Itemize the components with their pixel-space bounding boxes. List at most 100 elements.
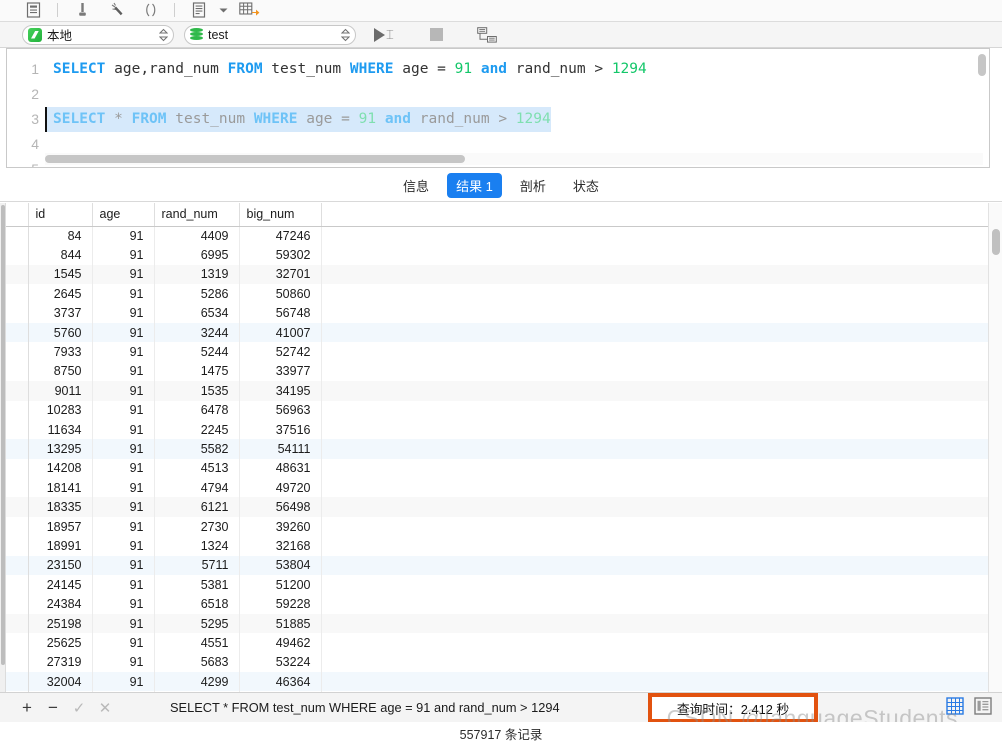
cell-big_num[interactable]: 54111 [239, 439, 322, 459]
table-row[interactable]: 3737 91 6534 56748 [6, 303, 988, 323]
cell-rand_num[interactable]: 1475 [154, 361, 240, 382]
grid-vertical-scrollbar[interactable] [988, 203, 1002, 701]
parentheses-icon[interactable] [133, 0, 167, 21]
table-row[interactable]: 23150 91 5711 53804 [6, 555, 988, 576]
cell-big_num[interactable]: 56963 [239, 400, 322, 420]
connection-stepper-icon[interactable] [157, 28, 169, 42]
cell-id[interactable]: 10283 [28, 400, 93, 420]
column-icon[interactable] [65, 0, 99, 21]
cell-id[interactable]: 27319 [28, 652, 93, 672]
form-view-icon[interactable] [974, 697, 992, 715]
connection-selector[interactable]: 本地 [22, 24, 174, 45]
cell-big_num[interactable]: 49720 [239, 478, 322, 498]
table-row[interactable]: 14208 91 4513 48631 [6, 458, 988, 479]
cell-id[interactable]: 9011 [28, 381, 93, 401]
cell-rand_num[interactable]: 1324 [154, 536, 240, 556]
table-row[interactable]: 844 91 6995 59302 [6, 245, 988, 265]
cell-big_num[interactable]: 41007 [239, 322, 322, 343]
row-selector-cell[interactable] [6, 284, 29, 304]
cell-rand_num[interactable]: 4794 [154, 478, 240, 498]
cell-big_num[interactable]: 32168 [239, 536, 322, 556]
cell-id[interactable]: 23150 [28, 555, 93, 576]
cell-age[interactable]: 91 [92, 400, 155, 420]
cell-big_num[interactable]: 34195 [239, 381, 322, 401]
row-selector-cell[interactable] [6, 419, 29, 440]
row-selector-cell[interactable] [6, 400, 29, 420]
row-selector-cell[interactable] [6, 342, 29, 362]
table-row[interactable]: 18957 91 2730 39260 [6, 516, 988, 537]
cell-rand_num[interactable]: 5683 [154, 652, 240, 672]
cell-id[interactable]: 24145 [28, 575, 93, 595]
cell-age[interactable]: 91 [92, 245, 155, 265]
cell-rand_num[interactable]: 5244 [154, 342, 240, 362]
column-header-age[interactable]: age [92, 203, 155, 227]
row-selector-cell[interactable] [6, 594, 29, 614]
cell-big_num[interactable]: 59302 [239, 245, 322, 265]
table-row[interactable]: 24384 91 6518 59228 [6, 594, 988, 614]
cell-age[interactable]: 91 [92, 419, 155, 440]
row-selector-cell[interactable] [6, 245, 29, 265]
cell-age[interactable]: 91 [92, 439, 155, 459]
table-row[interactable]: 1545 91 1319 32701 [6, 264, 988, 285]
table-row[interactable]: 27319 91 5683 53224 [6, 652, 988, 672]
cell-big_num[interactable]: 47246 [239, 226, 322, 246]
run-query-button[interactable]: ⌶ [374, 27, 394, 43]
cell-big_num[interactable]: 37516 [239, 419, 322, 440]
text-block-icon[interactable] [182, 0, 216, 21]
row-selector-cell[interactable] [6, 516, 29, 537]
cell-rand_num[interactable]: 1319 [154, 264, 240, 285]
cell-age[interactable]: 91 [92, 226, 155, 246]
cell-big_num[interactable]: 51200 [239, 575, 322, 595]
cell-age[interactable]: 91 [92, 633, 155, 653]
cell-id[interactable]: 14208 [28, 458, 93, 479]
export-grid-icon[interactable] [230, 0, 268, 21]
cell-age[interactable]: 91 [92, 536, 155, 556]
table-row[interactable]: 32004 91 4299 46364 [6, 671, 988, 692]
cell-rand_num[interactable]: 4513 [154, 458, 240, 479]
row-selector-cell[interactable] [6, 381, 29, 401]
table-row[interactable]: 18335 91 6121 56498 [6, 497, 988, 517]
table-row[interactable]: 10283 91 6478 56963 [6, 400, 988, 420]
cell-id[interactable]: 7933 [28, 342, 93, 362]
cell-big_num[interactable]: 53804 [239, 555, 322, 576]
chevron-down-icon[interactable] [216, 0, 230, 21]
cell-big_num[interactable]: 46364 [239, 671, 322, 692]
cell-id[interactable]: 3737 [28, 303, 93, 323]
cell-age[interactable]: 91 [92, 303, 155, 323]
tab-status[interactable]: 状态 [564, 173, 608, 198]
table-row[interactable]: 25198 91 5295 51885 [6, 613, 988, 634]
tab-profile[interactable]: 剖析 [511, 173, 555, 198]
cell-age[interactable]: 91 [92, 284, 155, 304]
row-selector-cell[interactable] [6, 264, 29, 285]
cell-id[interactable]: 13295 [28, 439, 93, 459]
add-record-button[interactable]: + [14, 698, 40, 718]
table-row[interactable]: 25625 91 4551 49462 [6, 633, 988, 653]
grid-vscroll-thumb[interactable] [992, 229, 1000, 255]
cell-rand_num[interactable]: 1535 [154, 381, 240, 401]
cell-rand_num[interactable]: 2730 [154, 516, 240, 537]
row-selector-cell[interactable] [6, 322, 29, 343]
cell-rand_num[interactable]: 6478 [154, 400, 240, 420]
table-row[interactable]: 7933 91 5244 52742 [6, 342, 988, 362]
cell-rand_num[interactable]: 6518 [154, 594, 240, 614]
cell-big_num[interactable]: 39260 [239, 516, 322, 537]
cell-big_num[interactable]: 59228 [239, 594, 322, 614]
cell-rand_num[interactable]: 5711 [154, 555, 240, 576]
cell-age[interactable]: 91 [92, 381, 155, 401]
column-header-big_num[interactable]: big_num [239, 203, 322, 227]
cell-id[interactable]: 24384 [28, 594, 93, 614]
stop-query-button[interactable] [429, 28, 443, 41]
tab-result-1[interactable]: 结果 1 [447, 173, 502, 198]
cell-age[interactable]: 91 [92, 575, 155, 595]
cell-rand_num[interactable]: 4299 [154, 671, 240, 692]
table-row[interactable]: 24145 91 5381 51200 [6, 575, 988, 595]
table-row[interactable]: 13295 91 5582 54111 [6, 439, 988, 459]
table-row[interactable]: 5760 91 3244 41007 [6, 322, 988, 343]
database-selector[interactable]: test [184, 24, 356, 45]
row-selector-cell[interactable] [6, 458, 29, 479]
cell-rand_num[interactable]: 6121 [154, 497, 240, 517]
code-line[interactable] [45, 82, 989, 107]
cell-age[interactable]: 91 [92, 458, 155, 479]
column-header-id[interactable]: id [28, 203, 93, 227]
cell-rand_num[interactable]: 6995 [154, 245, 240, 265]
